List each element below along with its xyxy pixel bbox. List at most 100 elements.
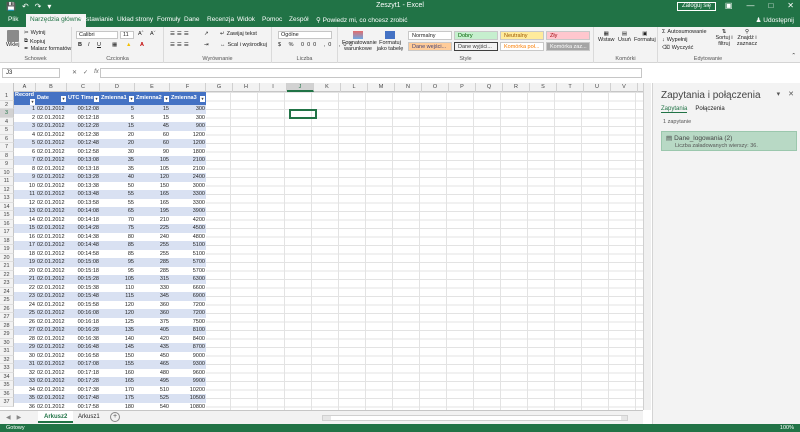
table-cell[interactable]: 35 (14, 394, 36, 403)
table-cell[interactable]: 02.01.2012 (36, 105, 67, 114)
table-cell[interactable]: 105 (135, 156, 170, 165)
row-header[interactable]: 8 (0, 151, 14, 160)
table-cell[interactable]: 30 (14, 351, 36, 360)
table-cell[interactable]: 55 (100, 190, 135, 199)
share-button[interactable]: ♟ Udostępnij (756, 16, 794, 24)
table-cell[interactable]: 5700 (170, 266, 206, 275)
table-cell[interactable]: 9600 (170, 368, 206, 377)
table-cell[interactable]: 3300 (170, 190, 206, 199)
row-header[interactable]: 10 (0, 168, 14, 177)
table-cell[interactable]: 150 (100, 351, 135, 360)
indent-icon[interactable]: ⇥ (204, 42, 209, 48)
table-cell[interactable]: 110 (100, 283, 135, 292)
table-cell[interactable]: 00:16:18 (67, 317, 100, 326)
table-cell[interactable]: 02.01.2012 (36, 241, 67, 250)
table-cell[interactable]: 02.01.2012 (36, 266, 67, 275)
table-cell[interactable]: 6900 (170, 292, 206, 301)
tab-formulas[interactable]: Formuły (157, 16, 180, 23)
table-cell[interactable]: 00:14:28 (67, 224, 100, 233)
row-header[interactable]: 7 (0, 143, 14, 152)
table-cell[interactable]: 27 (14, 326, 36, 335)
table-cell[interactable]: 02.01.2012 (36, 309, 67, 318)
worksheet[interactable]: ABCDEFGHIJKLMNOPQRSTUVW 1234567891011121… (0, 83, 643, 410)
table-cell[interactable]: 00:12:48 (67, 139, 100, 148)
tab-review[interactable]: Recenzja (207, 16, 234, 23)
table-cell[interactable]: 1200 (170, 139, 206, 148)
table-cell[interactable]: 8400 (170, 334, 206, 343)
style-check[interactable]: Komórka zaz... (546, 42, 590, 51)
row-header[interactable]: 20 (0, 253, 14, 262)
scroll-thumb[interactable] (331, 416, 621, 420)
table-cell[interactable]: 02.01.2012 (36, 402, 67, 410)
table-cell[interactable]: 435 (135, 343, 170, 352)
delete-cells-button[interactable]: ▤ Usuń (618, 31, 631, 43)
column-header[interactable]: B (36, 83, 67, 92)
table-cell[interactable]: 115 (100, 292, 135, 301)
table-cell[interactable]: 1800 (170, 147, 206, 156)
column-header[interactable]: A (14, 83, 36, 92)
table-cell[interactable]: 02.01.2012 (36, 232, 67, 241)
table-cell[interactable]: 00:13:08 (67, 156, 100, 165)
table-cell[interactable]: 210 (135, 215, 170, 224)
table-header[interactable]: Zmienna1 ▾ (100, 92, 135, 105)
sheet-tab-arkusz1[interactable]: Arkusz1 (72, 411, 106, 423)
table-cell[interactable]: 345 (135, 292, 170, 301)
table-cell[interactable]: 35 (100, 156, 135, 165)
table-cell[interactable]: 1 (14, 105, 36, 114)
table-cell[interactable]: 375 (135, 317, 170, 326)
zoom-level[interactable]: 100% (780, 425, 794, 431)
table-cell[interactable]: 02.01.2012 (36, 224, 67, 233)
table-cell[interactable]: 02.01.2012 (36, 385, 67, 394)
table-cell[interactable]: 6 (14, 147, 36, 156)
table-cell[interactable]: 20 (100, 139, 135, 148)
table-cell[interactable]: 5 (100, 113, 135, 122)
table-cell[interactable]: 02.01.2012 (36, 326, 67, 335)
table-cell[interactable]: 02.01.2012 (36, 368, 67, 377)
find-select-button[interactable]: ⚲ Znajdź i zaznacz (736, 29, 758, 47)
table-cell[interactable]: 95 (100, 258, 135, 267)
table-cell[interactable]: 02.01.2012 (36, 377, 67, 386)
column-header[interactable]: O (422, 83, 449, 92)
table-cell[interactable]: 6300 (170, 275, 206, 284)
table-cell[interactable]: 9300 (170, 360, 206, 369)
table-cell[interactable]: 495 (135, 377, 170, 386)
table-cell[interactable]: 3300 (170, 198, 206, 207)
table-cell[interactable]: 40 (100, 173, 135, 182)
table-cell[interactable]: 02.01.2012 (36, 164, 67, 173)
table-cell[interactable]: 120 (100, 309, 135, 318)
table-cell[interactable]: 33 (14, 377, 36, 386)
font-name-select[interactable]: Calibri (76, 31, 118, 39)
table-cell[interactable]: 00:12:18 (67, 113, 100, 122)
cut-button[interactable]: ✂ Wytnij (24, 30, 46, 36)
table-cell[interactable]: 15 (14, 224, 36, 233)
table-cell[interactable]: 26 (14, 317, 36, 326)
row-header[interactable]: 19 (0, 245, 14, 254)
table-cell[interactable]: 255 (135, 241, 170, 250)
table-cell[interactable]: 9 (14, 173, 36, 182)
table-cell[interactable]: 34 (14, 385, 36, 394)
table-cell[interactable]: 150 (135, 181, 170, 190)
table-cell[interactable]: 13 (14, 207, 36, 216)
table-cell[interactable]: 19 (14, 258, 36, 267)
table-cell[interactable]: 2400 (170, 173, 206, 182)
row-header[interactable]: 22 (0, 270, 14, 279)
table-cell[interactable]: 175 (100, 394, 135, 403)
table-cell[interactable]: 4200 (170, 215, 206, 224)
column-header[interactable]: E (135, 83, 170, 92)
format-painter-button[interactable]: ✒ Malarz formatów (24, 46, 71, 52)
table-cell[interactable]: 25 (14, 309, 36, 318)
table-cell[interactable]: 450 (135, 351, 170, 360)
row-header[interactable]: 5 (0, 126, 14, 135)
insert-function-icon[interactable]: fx (94, 69, 99, 76)
table-cell[interactable]: 00:15:28 (67, 275, 100, 284)
name-box[interactable]: J3 (2, 68, 60, 78)
table-cell[interactable]: 12 (14, 198, 36, 207)
table-cell[interactable]: 480 (135, 368, 170, 377)
table-cell[interactable]: 85 (100, 249, 135, 258)
table-cell[interactable]: 2 (14, 113, 36, 122)
orientation-icon[interactable]: ↗ (204, 31, 209, 37)
table-cell[interactable]: 300 (170, 105, 206, 114)
tab-page-layout[interactable]: Układ strony (117, 16, 153, 23)
table-cell[interactable]: 15 (135, 105, 170, 114)
column-header[interactable]: P (449, 83, 476, 92)
